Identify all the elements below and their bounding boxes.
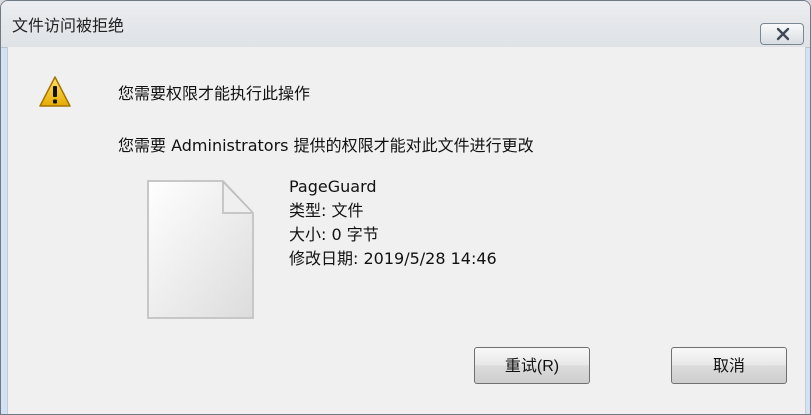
file-size: 大小: 0 字节 bbox=[289, 225, 379, 244]
file-details: PageGuard 类型: 文件 大小: 0 字节 修改日期: 2019/5/2… bbox=[289, 175, 497, 271]
cancel-button[interactable]: 取消 bbox=[671, 347, 787, 384]
title-bar: 文件访问被拒绝 bbox=[1, 1, 810, 48]
dialog-content: 您需要权限才能执行此操作 您需要 Administrators 提供的权限才能对… bbox=[7, 47, 806, 414]
permission-message: 您需要 Administrators 提供的权限才能对此文件进行更改 bbox=[118, 136, 534, 155]
retry-button[interactable]: 重试(R) bbox=[474, 347, 590, 384]
close-icon bbox=[776, 27, 790, 41]
file-name: PageGuard bbox=[289, 177, 377, 196]
warning-icon bbox=[39, 76, 71, 107]
file-icon bbox=[147, 180, 254, 319]
file-modified-date: 修改日期: 2019/5/28 14:46 bbox=[289, 249, 497, 268]
window-title: 文件访问被拒绝 bbox=[12, 16, 125, 35]
file-access-denied-dialog: 文件访问被拒绝 您需要权限才能执行此操作 您需要 Administrators … bbox=[0, 0, 811, 415]
main-instruction: 您需要权限才能执行此操作 bbox=[118, 84, 311, 103]
close-button[interactable] bbox=[760, 23, 804, 45]
file-type: 类型: 文件 bbox=[289, 201, 364, 220]
